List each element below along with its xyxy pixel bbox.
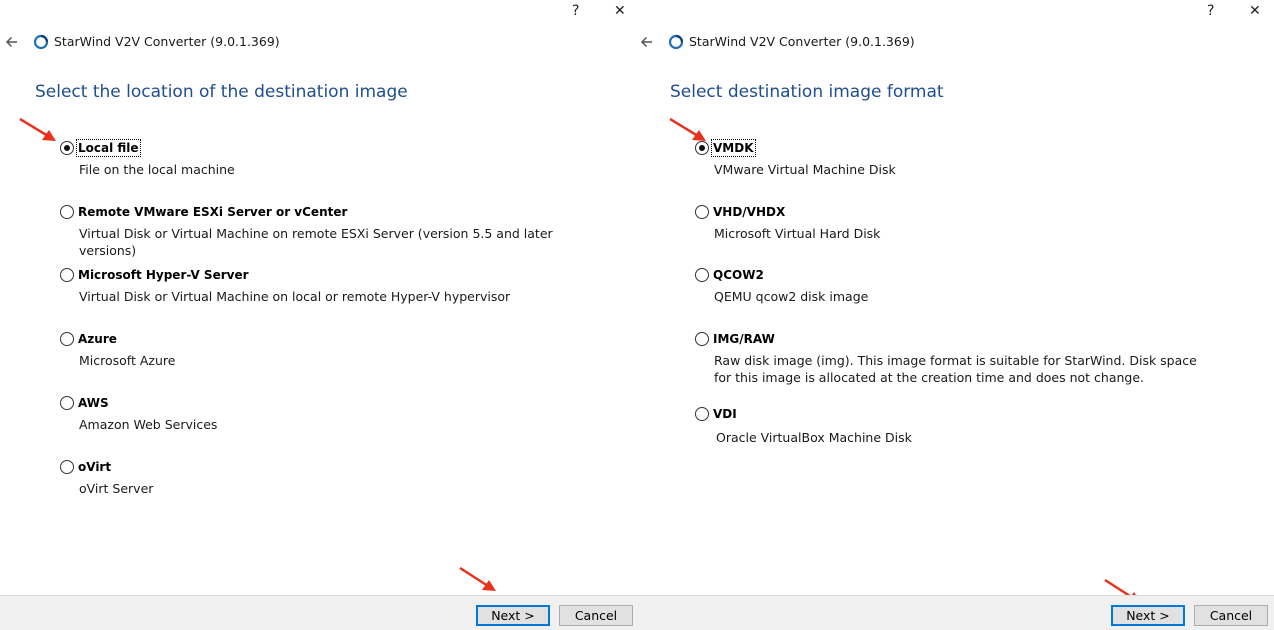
option-description: Oracle VirtualBox Machine Disk xyxy=(716,430,912,445)
option-label[interactable]: VHD/VHDX xyxy=(712,204,786,220)
option-description: Microsoft Azure xyxy=(79,353,176,368)
radio-hyper-v[interactable] xyxy=(60,268,74,282)
next-button[interactable]: Next > xyxy=(1111,605,1185,626)
option-description: Virtual Disk or Virtual Machine on local… xyxy=(79,289,511,304)
radio-vdi[interactable] xyxy=(695,407,709,421)
next-button[interactable]: Next > xyxy=(476,605,550,626)
page-title: Select destination image format xyxy=(670,82,944,102)
app-title: StarWind V2V Converter (9.0.1.369) xyxy=(54,34,280,49)
option-description: File on the local machine xyxy=(79,162,235,177)
option-description: oVirt Server xyxy=(79,481,154,496)
option-description: Virtual Disk or Virtual Machine on remot… xyxy=(79,226,553,258)
footer-bar: Next > Cancel xyxy=(0,595,635,630)
help-button[interactable]: ? xyxy=(1207,2,1214,20)
red-arrow-icon xyxy=(459,566,496,591)
window-header: StarWind V2V Converter (9.0.1.369) xyxy=(635,33,1274,53)
option-label[interactable]: Microsoft Hyper-V Server xyxy=(77,267,250,283)
option-label[interactable]: Azure xyxy=(77,331,118,347)
radio-qcow2[interactable] xyxy=(695,268,709,282)
option-label[interactable]: VMDK xyxy=(711,139,756,157)
option-label[interactable]: Remote VMware ESXi Server or vCenter xyxy=(77,204,348,220)
footer-bar: Next > Cancel xyxy=(635,595,1274,630)
option-label[interactable]: VDI xyxy=(712,406,738,422)
back-arrow-icon[interactable] xyxy=(639,33,655,51)
close-button[interactable]: ✕ xyxy=(614,2,626,20)
option-description: VMware Virtual Machine Disk xyxy=(714,162,896,177)
option-description: Raw disk image (img). This image format … xyxy=(714,353,1197,385)
app-title: StarWind V2V Converter (9.0.1.369) xyxy=(689,34,915,49)
cancel-button[interactable]: Cancel xyxy=(559,605,633,626)
page-title: Select the location of the destination i… xyxy=(35,82,408,102)
option-label[interactable]: IMG/RAW xyxy=(712,331,776,347)
window-header: StarWind V2V Converter (9.0.1.369) xyxy=(0,33,635,53)
option-description: Amazon Web Services xyxy=(79,417,218,432)
starwind-logo-icon xyxy=(33,34,49,50)
back-arrow-icon[interactable] xyxy=(4,33,20,51)
radio-remote-vmware[interactable] xyxy=(60,205,74,219)
radio-local-file[interactable] xyxy=(60,141,74,155)
option-description: Microsoft Virtual Hard Disk xyxy=(714,226,881,241)
radio-azure[interactable] xyxy=(60,332,74,346)
red-arrow-icon xyxy=(669,117,706,141)
option-label[interactable]: Local file xyxy=(76,139,141,157)
cancel-button[interactable]: Cancel xyxy=(1194,605,1268,626)
option-description: QEMU qcow2 disk image xyxy=(714,289,869,304)
close-button[interactable]: ✕ xyxy=(1249,2,1261,20)
option-label[interactable]: QCOW2 xyxy=(712,267,765,283)
radio-ovirt[interactable] xyxy=(60,460,74,474)
option-label[interactable]: oVirt xyxy=(77,459,112,475)
destination-format-window: ? ✕ StarWind V2V Converter (9.0.1.369) S… xyxy=(635,0,1274,630)
red-arrow-icon xyxy=(19,117,56,141)
radio-aws[interactable] xyxy=(60,396,74,410)
option-label[interactable]: AWS xyxy=(77,395,110,411)
starwind-logo-icon xyxy=(668,34,684,50)
radio-vhd-vhdx[interactable] xyxy=(695,205,709,219)
destination-location-window: ? ✕ StarWind V2V Converter (9.0.1.369) S… xyxy=(0,0,635,630)
radio-img-raw[interactable] xyxy=(695,332,709,346)
help-button[interactable]: ? xyxy=(572,2,579,20)
